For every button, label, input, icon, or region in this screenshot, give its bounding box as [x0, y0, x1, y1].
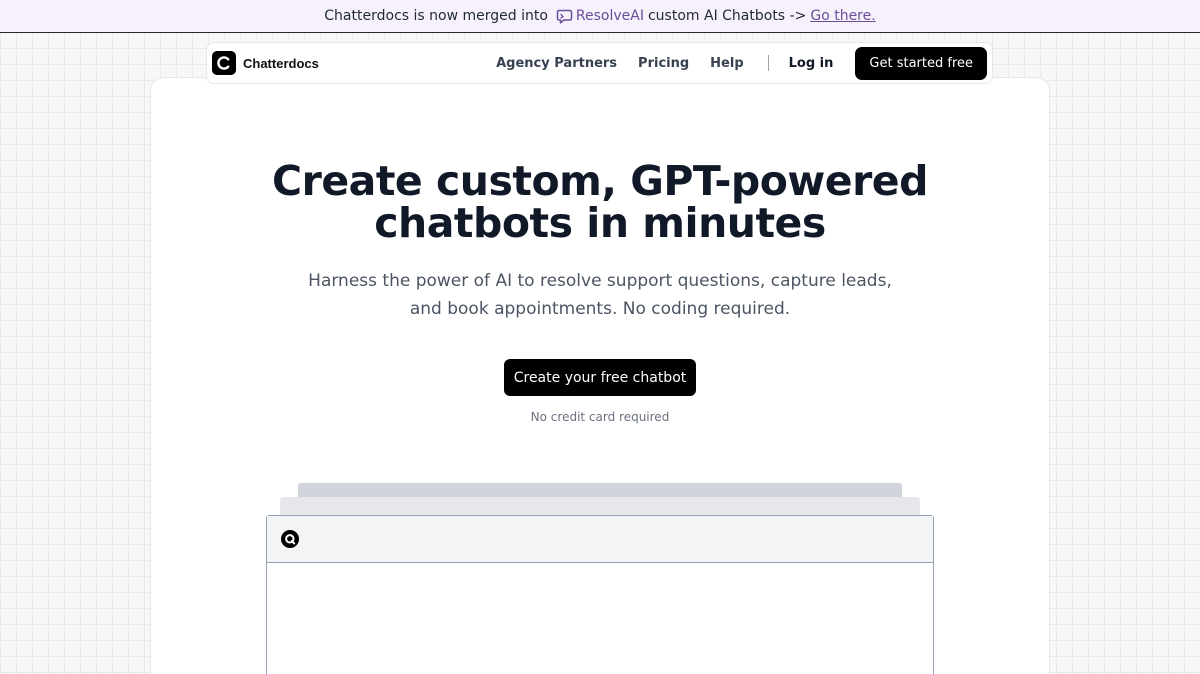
- resolveai-brand: ResolveAI: [556, 8, 644, 24]
- hero-title-line1: Create custom, GPT-powered: [272, 157, 928, 205]
- c-logo-icon: [212, 51, 236, 75]
- hero-title: Create custom, GPT-powered chatbots in m…: [150, 160, 1050, 244]
- get-started-button[interactable]: Get started free: [855, 46, 987, 80]
- create-chatbot-button[interactable]: Create your free chatbot: [504, 359, 696, 396]
- hero-subtitle: Harness the power of AI to resolve suppo…: [150, 267, 1050, 323]
- hero-subtitle-line2: and book appointments. No coding require…: [409, 299, 791, 319]
- no-credit-card-note: No credit card required: [530, 410, 670, 424]
- nav-agency-partners[interactable]: Agency Partners: [496, 56, 617, 71]
- brand-name: ResolveAI: [575, 8, 644, 24]
- login-link[interactable]: Log in: [789, 56, 834, 71]
- preview-header: [267, 516, 933, 563]
- logo[interactable]: Chatterdocs: [212, 51, 319, 75]
- go-there-link[interactable]: Go there.: [810, 8, 875, 24]
- announcement-text: Chatterdocs is now merged into: [324, 8, 548, 24]
- chatbot-preview-window: [266, 515, 934, 674]
- navbar: Chatterdocs Agency Partners Pricing Help…: [206, 42, 993, 84]
- logo-text: Chatterdocs: [243, 55, 319, 71]
- nav-pricing[interactable]: Pricing: [638, 56, 689, 71]
- chatbot-logo-icon: [281, 530, 299, 548]
- chat-bubble-icon: [556, 9, 573, 24]
- hero-subtitle-line1: Harness the power of AI to resolve suppo…: [308, 271, 892, 291]
- nav-help[interactable]: Help: [710, 56, 743, 71]
- nav-links: Agency Partners Pricing Help Log in Get …: [496, 46, 987, 80]
- hero-title-line2: chatbots in minutes: [374, 199, 826, 247]
- announcement-bar: Chatterdocs is now merged into ResolveAI…: [0, 0, 1200, 33]
- announcement-suffix: custom AI Chatbots ->: [647, 8, 807, 24]
- nav-divider: [767, 55, 769, 71]
